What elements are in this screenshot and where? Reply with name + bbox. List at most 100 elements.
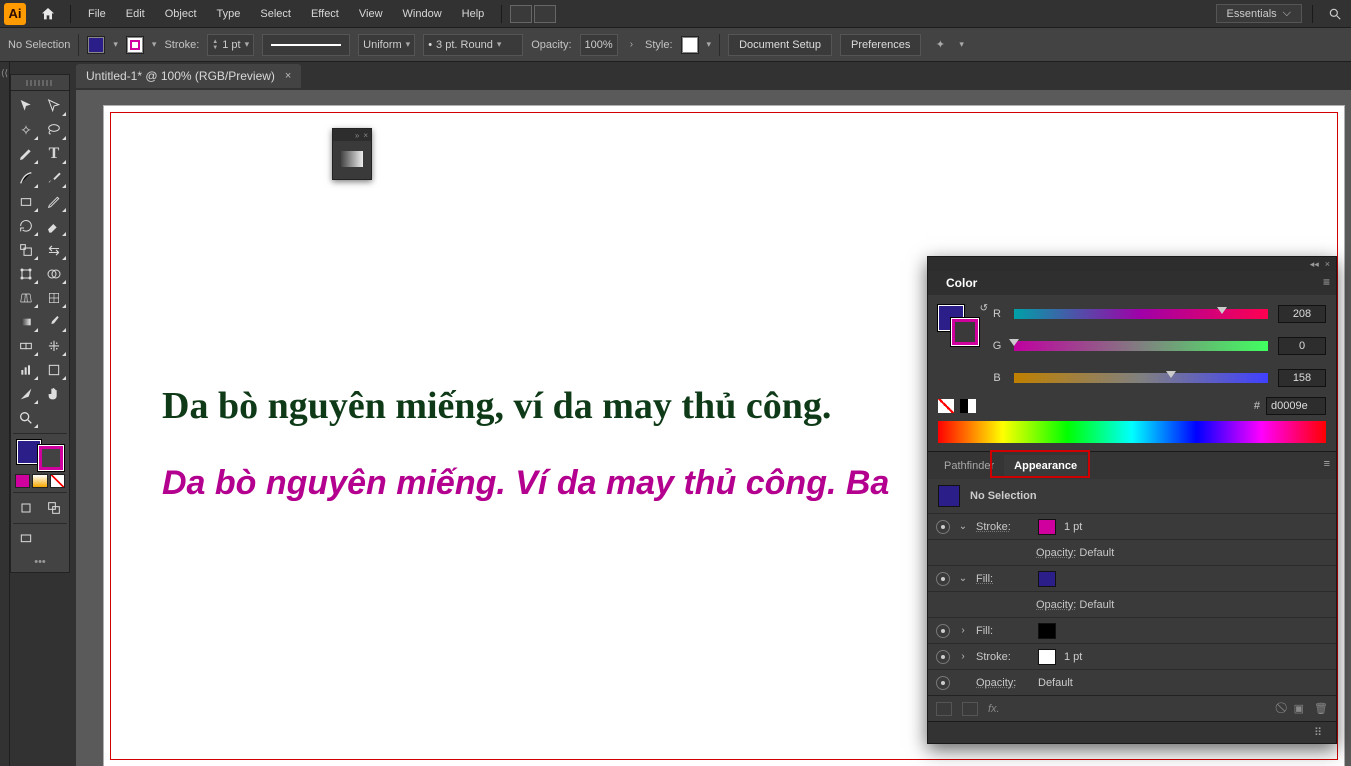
tools-panel-header[interactable] <box>10 74 70 90</box>
appearance-row-fill[interactable]: › Fill: <box>928 617 1336 643</box>
menu-help[interactable]: Help <box>453 4 494 24</box>
panel-menu-icon[interactable]: ≡ <box>1324 458 1330 470</box>
close-icon[interactable]: × <box>363 131 368 140</box>
blend-tool[interactable] <box>13 335 39 357</box>
menu-window[interactable]: Window <box>394 4 451 24</box>
hex-input[interactable]: d0009e <box>1266 397 1326 415</box>
gradient-mode-icon[interactable] <box>32 474 47 488</box>
r-slider[interactable] <box>1014 309 1268 319</box>
add-fill-icon[interactable] <box>962 702 978 716</box>
row-value[interactable]: Default <box>1038 677 1073 689</box>
visibility-toggle-icon[interactable] <box>936 650 950 664</box>
row-swatch[interactable] <box>1038 571 1056 587</box>
color-tab[interactable]: Color <box>936 272 987 294</box>
stroke-color-icon[interactable] <box>39 446 63 470</box>
document-setup-button[interactable]: Document Setup <box>728 34 832 56</box>
panel-menu-icon[interactable]: ≡ <box>1323 275 1330 289</box>
mesh-tool[interactable] <box>41 287 67 309</box>
eraser-tool[interactable] <box>41 215 67 237</box>
row-value[interactable]: Default <box>1079 547 1114 559</box>
close-panel-icon[interactable]: × <box>1325 259 1330 269</box>
menu-effect[interactable]: Effect <box>302 4 348 24</box>
collapse-icon[interactable]: » <box>355 131 359 140</box>
selection-tool[interactable] <box>13 95 39 117</box>
symbol-sprayer-tool[interactable]: ⁜ <box>41 335 67 357</box>
stroke-dropdown-icon[interactable]: ▾ <box>152 39 157 50</box>
expand-caret-icon[interactable]: › <box>958 625 968 636</box>
color-spectrum[interactable] <box>938 421 1326 443</box>
duplicate-item-icon[interactable]: ▣ <box>1294 702 1304 715</box>
add-effect-icon[interactable]: fx. <box>988 703 1000 715</box>
menu-select[interactable]: Select <box>251 4 300 24</box>
panel-resize-grip[interactable]: ⠿ <box>928 721 1336 743</box>
recolor-icon[interactable]: ✦ <box>929 34 951 56</box>
lasso-tool[interactable] <box>41 119 67 141</box>
color-fill-stroke-proxy[interactable]: ↺ <box>938 305 978 345</box>
width-tool[interactable]: ⇆ <box>41 239 67 261</box>
eyedropper-tool[interactable] <box>41 311 67 333</box>
appearance-row-fill[interactable]: ⌄ Fill: <box>928 565 1336 591</box>
stroke-weight-stepper[interactable]: ▲▼ 1 pt ▾ <box>207 34 254 56</box>
visibility-toggle-icon[interactable] <box>936 624 950 638</box>
direct-selection-tool[interactable] <box>41 95 67 117</box>
rectangle-tool[interactable] <box>13 191 39 213</box>
draw-behind-icon[interactable] <box>41 497 67 519</box>
row-swatch[interactable] <box>1038 649 1056 665</box>
fill-swatch[interactable] <box>87 36 105 54</box>
b-slider[interactable] <box>1014 373 1268 383</box>
color-mode-icon[interactable] <box>15 474 30 488</box>
edit-toolbar-icon[interactable]: ••• <box>13 552 67 568</box>
slice-tool[interactable] <box>13 383 39 405</box>
rotate-tool[interactable] <box>13 215 39 237</box>
fill-color-icon[interactable] <box>17 440 41 464</box>
preferences-button[interactable]: Preferences <box>840 34 921 56</box>
free-transform-tool[interactable] <box>13 263 39 285</box>
line-tool[interactable] <box>13 167 39 189</box>
home-icon[interactable] <box>34 6 62 22</box>
g-slider[interactable] <box>1014 341 1268 351</box>
hand-tool[interactable] <box>41 383 67 405</box>
appearance-row-opacity[interactable]: Opacity: Default <box>928 669 1336 695</box>
appearance-row-opacity[interactable]: Opacity: Default <box>928 591 1336 617</box>
row-swatch[interactable] <box>1038 623 1056 639</box>
close-tab-icon[interactable]: × <box>285 70 291 82</box>
fill-dropdown-icon[interactable]: ▾ <box>113 39 118 50</box>
paintbrush-tool[interactable] <box>41 167 67 189</box>
draw-normal-icon[interactable] <box>13 497 39 519</box>
pathfinder-tab[interactable]: Pathfinder <box>934 455 1004 477</box>
visibility-toggle-icon[interactable] <box>936 572 950 586</box>
row-value[interactable]: Default <box>1079 599 1114 611</box>
stroke-proxy-icon[interactable] <box>952 319 978 345</box>
expand-caret-icon[interactable]: ⌄ <box>958 521 968 532</box>
perspective-grid-tool[interactable] <box>13 287 39 309</box>
r-value[interactable]: 208 <box>1278 305 1326 323</box>
workspace-switcher[interactable]: Essentials ⌵ <box>1216 4 1302 23</box>
brush-dropdown[interactable]: • 3 pt. Round ▾ <box>423 34 523 56</box>
pen-tool[interactable] <box>13 143 39 165</box>
appearance-row-stroke[interactable]: › Stroke: 1 pt <box>928 643 1336 669</box>
row-swatch[interactable] <box>1038 519 1056 535</box>
left-dock-strip[interactable]: ⟨⟨ <box>0 62 10 766</box>
black-white-icon[interactable] <box>960 399 976 413</box>
profile-dropdown[interactable]: Uniform▾ <box>358 34 415 56</box>
gradient-tool[interactable] <box>13 311 39 333</box>
none-mode-icon[interactable] <box>50 474 65 488</box>
delete-item-icon[interactable]: 🗑 <box>1314 702 1328 715</box>
scale-tool[interactable] <box>13 239 39 261</box>
recolor-dropdown-icon[interactable]: ▾ <box>959 39 964 50</box>
graphic-style-swatch[interactable] <box>681 36 699 54</box>
variable-width-profile[interactable] <box>262 34 350 56</box>
opacity-input[interactable]: 100% <box>580 34 618 56</box>
search-icon[interactable] <box>1323 4 1347 24</box>
artboard-tool[interactable] <box>41 359 67 381</box>
expand-caret-icon[interactable]: › <box>958 651 968 662</box>
menu-edit[interactable]: Edit <box>117 4 154 24</box>
gpu-preview-icon[interactable] <box>534 5 556 23</box>
expand-caret-icon[interactable]: ⌄ <box>958 573 968 584</box>
italic-text-object[interactable]: Da bò nguyên miếng. Ví da may thủ công. … <box>162 464 889 503</box>
opacity-popup-icon[interactable]: › <box>626 39 637 50</box>
add-stroke-icon[interactable] <box>936 702 952 716</box>
arrange-documents-icon[interactable] <box>510 5 532 23</box>
appearance-tab[interactable]: Appearance <box>1004 455 1087 477</box>
row-value[interactable]: 1 pt <box>1064 521 1082 533</box>
